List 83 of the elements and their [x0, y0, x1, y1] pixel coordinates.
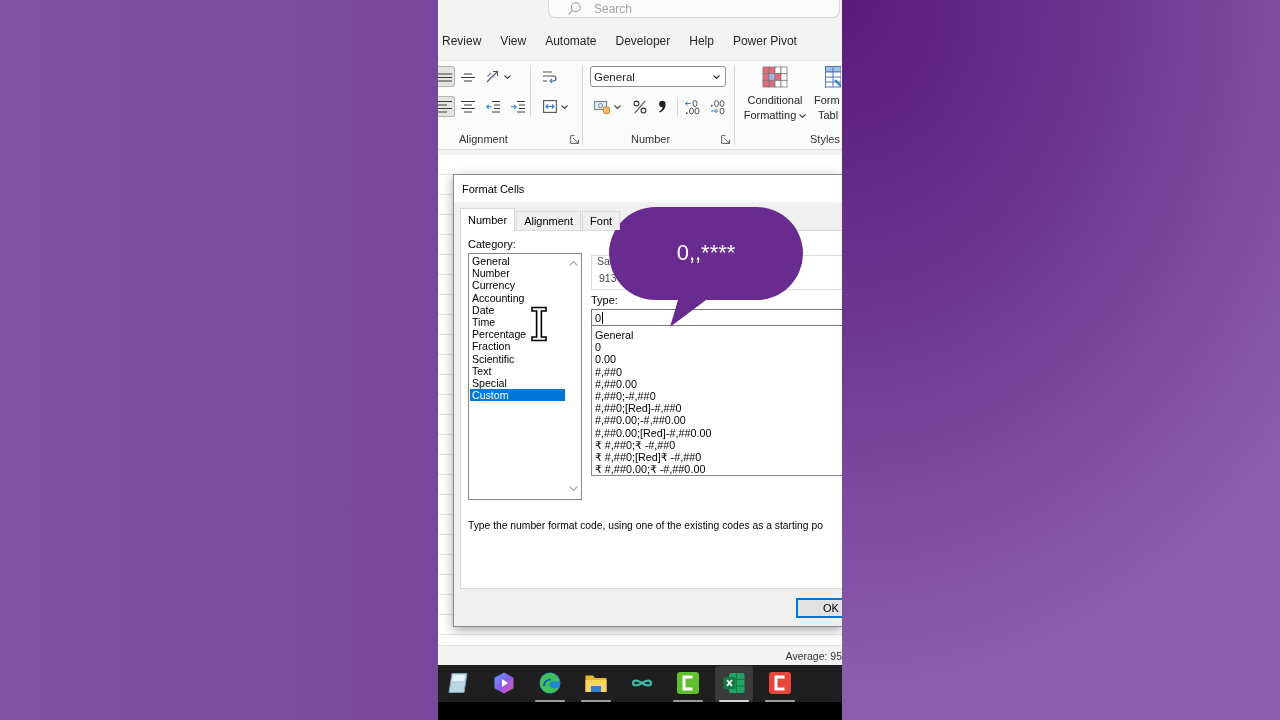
number-format-dropdown[interactable]: General	[590, 66, 726, 87]
launcher-icon[interactable]	[570, 134, 579, 144]
align-middle-icon	[461, 70, 475, 83]
cash-icon	[594, 99, 610, 114]
category-item[interactable]: Number	[470, 267, 512, 280]
category-item[interactable]: Text	[470, 364, 494, 378]
taskbar-button[interactable]	[715, 666, 753, 702]
caret-icon	[799, 113, 807, 118]
conditional-formatting-button[interactable]: Conditional Formatting	[743, 66, 807, 128]
align-center-icon	[461, 100, 475, 113]
ribbon-tab[interactable]: Power Pivot	[732, 30, 797, 52]
status-summary: Average: 95	[785, 649, 842, 662]
spreadsheet-icon	[722, 671, 746, 695]
category-item[interactable]: Custom	[470, 389, 565, 402]
caret-icon	[561, 104, 568, 109]
comma-icon	[658, 100, 666, 113]
dialog-tab[interactable]: Alignment	[516, 211, 582, 230]
format-code-item[interactable]: #,##0	[594, 365, 624, 378]
description-text: Type the number format code, using one of the existing codes as a starting po	[468, 520, 823, 532]
ok-button[interactable]: OK	[796, 597, 842, 618]
category-label: Category:	[468, 238, 516, 250]
callout-text: 0,,****	[676, 239, 736, 266]
group-label: Styles	[810, 133, 840, 145]
group-label: Number	[631, 133, 671, 145]
category-item[interactable]: Date	[470, 303, 497, 316]
category-item[interactable]: Time	[470, 316, 498, 329]
ribbon-tab[interactable]: Review	[442, 30, 482, 52]
sample-label: Sa	[597, 256, 610, 267]
ribbon-tab[interactable]: Developer	[615, 30, 671, 52]
category-item[interactable]: Special	[470, 377, 509, 390]
outdent-icon	[486, 100, 500, 113]
text-cursor-icon	[530, 306, 548, 342]
format-code-item[interactable]: 0	[594, 341, 602, 354]
hexagon-icon	[492, 671, 516, 695]
format-code-item[interactable]: 0.00	[594, 353, 617, 366]
launcher-icon[interactable]	[721, 134, 730, 144]
category-item[interactable]: General	[470, 255, 512, 268]
type-label: Type:	[591, 294, 618, 306]
format-code-item[interactable]: ₹ #,##0;[Red]₹ -#,##0	[594, 451, 703, 464]
dialog-title: Format Cells	[462, 182, 525, 195]
align-bottom-button[interactable]	[438, 66, 455, 87]
category-item[interactable]: Fraction	[470, 340, 513, 353]
dialog-tab[interactable]: Number	[460, 208, 516, 231]
group-label: Alignment	[459, 133, 508, 145]
category-list[interactable]: General Number Currency Accounting Date Time Percentage Fraction Scientific Text Special Custom	[468, 253, 582, 500]
format-code-item[interactable]: #,##0.00	[594, 377, 639, 390]
format-code-item[interactable]: #,##0.00;[Red]-#,##0.00	[594, 426, 713, 439]
category-item[interactable]: Accounting	[470, 291, 527, 304]
category-item[interactable]: Scientific	[470, 352, 517, 365]
category-item[interactable]: Percentage	[470, 328, 529, 341]
align-left-button[interactable]	[438, 96, 455, 117]
align-bottom-icon	[438, 70, 452, 83]
bracket-tile-icon	[676, 671, 700, 695]
merge-arrows-icon	[543, 100, 557, 113]
ribbon-tab[interactable]: Automate	[545, 30, 597, 52]
sample-value: 913	[599, 272, 617, 284]
caret-icon	[713, 74, 720, 79]
format-code-item[interactable]: ₹ #,##0.00;₹ -#,##0.00	[594, 463, 707, 476]
caret-icon	[614, 104, 621, 109]
decimal-arrow-icon	[709, 98, 725, 115]
glass-tile-icon	[446, 671, 470, 695]
percent-icon	[633, 99, 647, 114]
format-code-item[interactable]: #,##0.00;-#,##0.00	[594, 414, 687, 427]
indent-icon	[511, 100, 525, 113]
format-code-item[interactable]: #,##0;[Red]-#,##0	[594, 402, 683, 415]
format-code-list[interactable]: General 0 0.00 #,##0 #,##0.00 #,##0;-#,##0 #,##0;[Red]-#,##0 #,##0.00;-#,##0.00 #,##0.00;[Red]-#,##0.00 ₹ #,##0;₹ -#,##0 ₹ #,##0;[Red]₹ -#,##0 ₹ #,##0.00;₹ -#,##0.00	[591, 326, 842, 476]
wrap-arrow-icon	[543, 70, 557, 83]
ribbon-tab[interactable]: Help	[689, 30, 714, 52]
category-item[interactable]: Currency	[470, 279, 517, 292]
caret-icon	[504, 74, 511, 79]
format-code-item[interactable]: #,##0;-#,##0	[594, 390, 657, 403]
decimal-arrow-icon	[684, 98, 700, 115]
format-code-item[interactable]: ₹ #,##0;₹ -#,##0	[594, 438, 677, 452]
search-icon	[568, 2, 581, 15]
format-code-item[interactable]: General	[594, 329, 635, 342]
dialog-tab[interactable]: Font	[582, 211, 621, 230]
swirl-icon	[538, 671, 562, 695]
type-field[interactable]: 0	[591, 309, 842, 326]
ribbon-tab[interactable]: View	[500, 30, 527, 52]
align-left-icon	[438, 100, 452, 113]
diagonal-arrow-icon	[486, 70, 500, 83]
colored-grid-icon	[762, 66, 788, 88]
bracket-tile-icon	[768, 671, 792, 695]
